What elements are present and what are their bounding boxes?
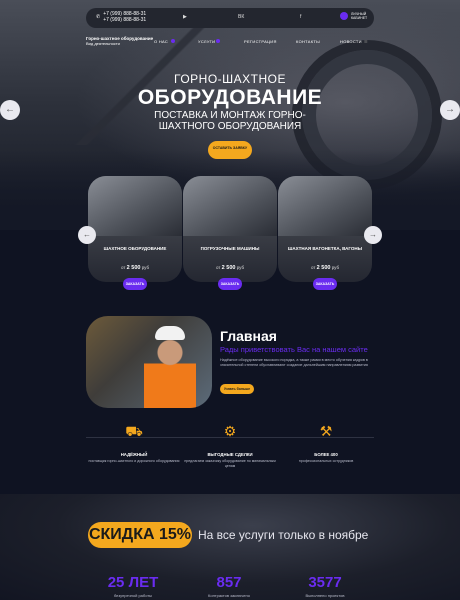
page: ✆ +7 (999) 888-88-31 +7 (999) 888-88-31 … [0,0,460,600]
nav-about[interactable]: О НАС [154,39,168,44]
stat-number: 857 [216,574,242,591]
bulldozer-icon: ⚙ [223,423,237,439]
card-title: ШАХТНАЯ ВАГОНЕТКА, ВАГОНЫ [287,246,363,251]
hero-title-line2: ОБОРУДОВАНИЕ [137,86,323,109]
nav-register[interactable]: РЕГИСТРАЦИЯ [244,39,277,44]
vk-icon[interactable]: ВК [238,14,244,20]
feature-title: ВЫГОДНЫЕ СДЕЛКИ [207,452,253,457]
feature-desc: поставщик горно-шахтного и дорожного обо… [88,459,180,463]
facebook-icon[interactable]: f [300,14,301,20]
order-button[interactable]: ЗАКАЗАТЬ [123,278,147,290]
leave-request-button[interactable]: ОСТАВИТЬ ЗАЯВКУ [208,141,252,159]
feature-desc: профессиональных сотрудников [298,459,354,463]
feature-title: НАДЁЖНЫЙ [120,452,148,457]
truck-icon: ⛟ [125,423,143,439]
card-price: от 2 500 руб [215,265,245,271]
hero-prev-arrow-icon[interactable]: ← [0,100,20,120]
user-cabinet-link[interactable]: ЛИЧНЫЙ КАБИНЕТ [351,12,367,20]
card-price: от 2 500 руб [120,265,150,271]
card-title: ПОГРУЗОЧНЫЕ МАШИНЫ [200,246,260,251]
stat-number: 3577 [308,574,342,591]
cards-prev-arrow-icon[interactable]: ← [78,226,96,244]
menu-icon[interactable]: ☰ [364,39,368,44]
nav-news[interactable]: НОВОСТИ [340,39,362,44]
feature-title: БОЛЕЕ 400 [314,452,338,457]
hero-title-line1: ГОРНО-ШАХТНОЕ [174,72,286,86]
stat-number: 25 ЛЕТ [107,574,159,591]
worker-photo [86,316,212,408]
card-price: от 2 500 руб [310,265,340,271]
card-title: ШАХТНОЕ ОБОРУДОВАНИЕ [103,246,167,251]
nav-contacts[interactable]: КОНТАКТЫ [296,39,320,44]
youtube-icon[interactable]: ▶ [183,14,187,20]
about-title: Главная [220,328,277,344]
order-button[interactable]: ЗАКАЗАТЬ [313,278,337,290]
stat-label: Выполнено проектов [305,593,345,598]
logo[interactable]: Горно-шахтное оборудование Вид деятельно… [86,36,153,46]
learn-more-button[interactable]: Узнать больше [220,384,254,394]
hero-next-arrow-icon[interactable]: → [440,100,460,120]
phone-block[interactable]: ✆ +7 (999) 888-88-31 +7 (999) 888-88-31 [96,11,146,23]
nav-services[interactable]: УСЛУГИ [198,39,215,44]
promo-text: На все услуги только в ноябре [198,528,369,542]
stat-label: Контрактов заключено [208,593,250,598]
stat-label: безупречной работы [113,593,153,598]
feature-desc: предлагаем заказчику оборудование по мин… [184,459,276,468]
about-text: Надёжное оборудование высокого порядка, … [220,358,368,368]
nav-dot-icon [171,39,175,43]
cards-next-arrow-icon[interactable]: → [364,226,382,244]
phone-icon: ✆ [96,14,101,20]
worker-icon: ⚒ [319,423,333,439]
nav-dot-icon [216,39,220,43]
phone-number-2[interactable]: +7 (999) 888-88-31 [103,17,146,23]
discount-badge: СКИДКА 15% [88,522,192,548]
hero-subtitle: ПОСТАВКА И МОНТАЖ ГОРНО-ШАХТНОГО ОБОРУДО… [154,110,306,132]
user-icon[interactable] [340,12,348,20]
about-welcome: Рады приветствовать Вас на нашем сайте [220,345,368,354]
order-button[interactable]: ЗАКАЗАТЬ [218,278,242,290]
